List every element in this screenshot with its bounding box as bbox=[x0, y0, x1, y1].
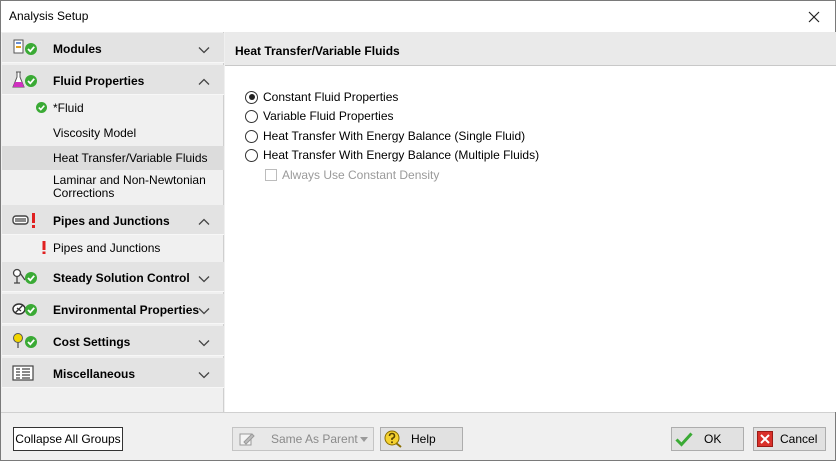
ok-button[interactable]: OK bbox=[671, 427, 744, 451]
group-label: Steady Solution Control bbox=[53, 271, 190, 285]
chevron-down-icon[interactable] bbox=[198, 336, 210, 347]
always-constant-density-checkbox[interactable]: Always Use Constant Density bbox=[265, 167, 439, 183]
sidebar-item-laminar-corrections[interactable]: Laminar and Non-Newtonian Corrections bbox=[2, 170, 224, 204]
group-label: Environmental Properties bbox=[53, 303, 200, 317]
sidebar-item-fluid[interactable]: *Fluid bbox=[2, 95, 224, 121]
environment-icon bbox=[12, 300, 38, 318]
sidebar-item-pipes-and-junctions[interactable]: Pipes and Junctions bbox=[2, 235, 224, 261]
option-heat-transfer-single-fluid[interactable]: Heat Transfer With Energy Balance (Singl… bbox=[245, 128, 525, 144]
sidebar-item-label: Viscosity Model bbox=[53, 126, 137, 140]
chevron-down-icon bbox=[360, 437, 368, 442]
title-bar: Analysis Setup bbox=[1, 1, 835, 32]
footer: Collapse All Groups Same As Parent Help … bbox=[1, 412, 835, 460]
flask-icon bbox=[12, 71, 38, 89]
option-label: Variable Fluid Properties bbox=[263, 109, 394, 123]
help-icon bbox=[384, 430, 402, 448]
group-modules[interactable]: Modules bbox=[2, 33, 224, 63]
check-icon bbox=[36, 102, 47, 116]
cancel-button[interactable]: Cancel bbox=[753, 427, 826, 451]
chevron-down-icon[interactable] bbox=[198, 43, 210, 54]
content-header: Heat Transfer/Variable Fluids bbox=[225, 32, 836, 66]
group-label: Miscellaneous bbox=[53, 367, 136, 381]
solution-control-icon bbox=[12, 268, 38, 286]
option-label: Constant Fluid Properties bbox=[263, 90, 399, 104]
chevron-down-icon[interactable] bbox=[198, 368, 210, 379]
chevron-down-icon[interactable] bbox=[198, 272, 210, 283]
help-button[interactable]: Help bbox=[380, 427, 463, 451]
button-label: Cancel bbox=[780, 432, 818, 446]
chevron-up-icon[interactable] bbox=[198, 75, 210, 85]
group-label: Modules bbox=[53, 42, 102, 56]
option-variable-fluid-properties[interactable]: Variable Fluid Properties bbox=[245, 108, 394, 124]
option-constant-fluid-properties[interactable]: Constant Fluid Properties bbox=[245, 89, 398, 105]
chevron-up-icon[interactable] bbox=[198, 215, 210, 225]
window-title: Analysis Setup bbox=[9, 9, 89, 23]
group-label: Pipes and Junctions bbox=[53, 214, 170, 228]
group-pipes-and-junctions[interactable]: Pipes and Junctions bbox=[2, 205, 224, 235]
cost-icon bbox=[12, 332, 38, 350]
group-cost-settings[interactable]: Cost Settings bbox=[2, 326, 224, 356]
content-panel: Heat Transfer/Variable Fluids Constant F… bbox=[225, 32, 836, 412]
same-as-parent-dropdown[interactable]: Same As Parent bbox=[232, 427, 374, 451]
sidebar: Modules Fluid Properties *Fluid Viscosit… bbox=[2, 32, 224, 412]
option-label: Heat Transfer With Energy Balance (Multi… bbox=[263, 148, 540, 162]
option-label: Heat Transfer With Energy Balance (Singl… bbox=[263, 129, 526, 143]
group-steady-solution-control[interactable]: Steady Solution Control bbox=[2, 262, 224, 292]
chevron-down-icon[interactable] bbox=[198, 304, 210, 315]
collapse-all-groups-button[interactable]: Collapse All Groups bbox=[13, 427, 123, 451]
radio-button[interactable] bbox=[245, 129, 258, 143]
close-icon[interactable] bbox=[793, 1, 835, 32]
button-label: Collapse All Groups bbox=[15, 432, 121, 446]
group-fluid-properties[interactable]: Fluid Properties bbox=[2, 65, 224, 95]
dropdown-label: Same As Parent bbox=[271, 432, 358, 446]
checkbox[interactable] bbox=[265, 169, 277, 181]
sidebar-item-viscosity-model[interactable]: Viscosity Model bbox=[2, 121, 224, 146]
group-miscellaneous[interactable]: Miscellaneous bbox=[2, 358, 224, 388]
radio-button[interactable] bbox=[245, 148, 258, 162]
option-heat-transfer-multiple-fluids[interactable]: Heat Transfer With Energy Balance (Multi… bbox=[245, 147, 539, 163]
error-icon bbox=[42, 241, 46, 257]
group-label: Cost Settings bbox=[53, 335, 131, 349]
sidebar-item-heat-transfer[interactable]: Heat Transfer/Variable Fluids bbox=[2, 146, 224, 170]
edit-icon bbox=[239, 432, 255, 446]
check-icon bbox=[675, 431, 693, 447]
button-label: OK bbox=[704, 432, 722, 446]
sidebar-item-label: *Fluid bbox=[53, 101, 84, 115]
panel-title: Heat Transfer/Variable Fluids bbox=[235, 44, 400, 58]
pipe-icon bbox=[12, 211, 38, 229]
radio-button[interactable] bbox=[245, 109, 258, 123]
cancel-icon bbox=[757, 431, 773, 447]
button-label: Help bbox=[411, 432, 436, 446]
modules-icon bbox=[12, 39, 38, 57]
analysis-setup-window: Analysis Setup Modules Fluid Properties … bbox=[0, 0, 836, 461]
sidebar-item-label: Laminar and Non-Newtonian Corrections bbox=[53, 173, 206, 200]
group-environmental-properties[interactable]: Environmental Properties bbox=[2, 294, 224, 324]
sidebar-item-label: Pipes and Junctions bbox=[53, 241, 161, 255]
group-label: Fluid Properties bbox=[53, 74, 145, 88]
miscellaneous-icon bbox=[12, 364, 38, 382]
sidebar-item-label: Heat Transfer/Variable Fluids bbox=[53, 151, 208, 165]
radio-button[interactable] bbox=[245, 90, 258, 104]
checkbox-label: Always Use Constant Density bbox=[282, 168, 440, 182]
